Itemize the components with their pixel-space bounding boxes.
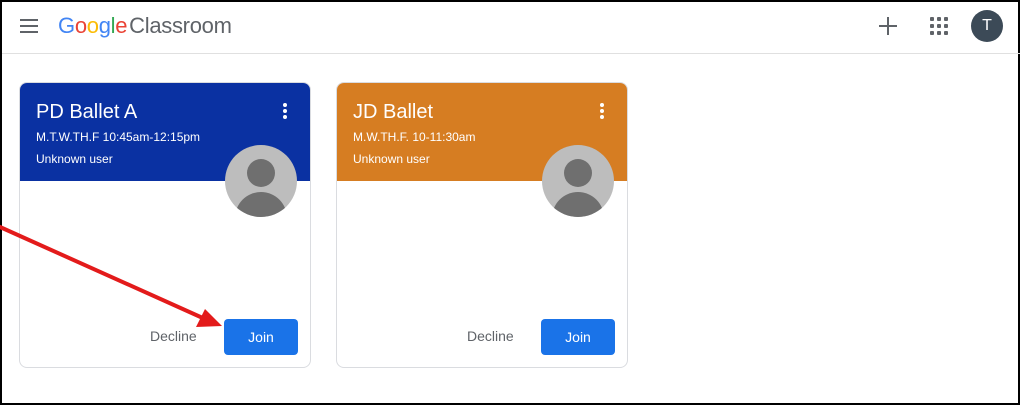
logo-letter: g	[98, 13, 111, 38]
class-schedule: M.T.W.TH.F 10:45am-12:15pm	[36, 130, 201, 144]
logo-letter: o	[86, 13, 99, 38]
owner-avatar	[225, 145, 297, 217]
decline-button[interactable]: Decline	[150, 328, 197, 344]
top-app-bar: GoogleClassroom T	[2, 2, 1020, 54]
logo-letter: G	[58, 13, 75, 38]
decline-button[interactable]: Decline	[467, 328, 514, 344]
logo-letter: e	[115, 13, 128, 38]
plus-icon[interactable]	[876, 14, 900, 38]
logo-letter: o	[74, 13, 87, 38]
account-avatar[interactable]: T	[971, 10, 1003, 42]
menu-icon[interactable]	[20, 19, 38, 33]
apps-icon[interactable]	[930, 17, 948, 35]
product-name: Classroom	[129, 13, 232, 38]
screenshot-frame: GoogleClassroom T PD Ballet A M.T.W.TH.F…	[0, 0, 1020, 405]
join-button[interactable]: Join	[541, 319, 615, 355]
more-options-icon[interactable]	[599, 103, 605, 123]
class-title[interactable]: PD Ballet A	[36, 101, 137, 124]
class-card[interactable]: PD Ballet A M.T.W.TH.F 10:45am-12:15pm U…	[19, 82, 311, 368]
app-logo[interactable]: GoogleClassroom	[58, 13, 232, 39]
owner-avatar	[542, 145, 614, 217]
class-schedule: M.W.TH.F. 10-11:30am	[353, 130, 476, 144]
join-button[interactable]: Join	[224, 319, 298, 355]
class-card[interactable]: JD Ballet M.W.TH.F. 10-11:30am Unknown u…	[336, 82, 628, 368]
more-options-icon[interactable]	[282, 103, 288, 123]
class-owner: Unknown user	[36, 152, 113, 166]
class-title[interactable]: JD Ballet	[353, 101, 433, 124]
class-owner: Unknown user	[353, 152, 430, 166]
